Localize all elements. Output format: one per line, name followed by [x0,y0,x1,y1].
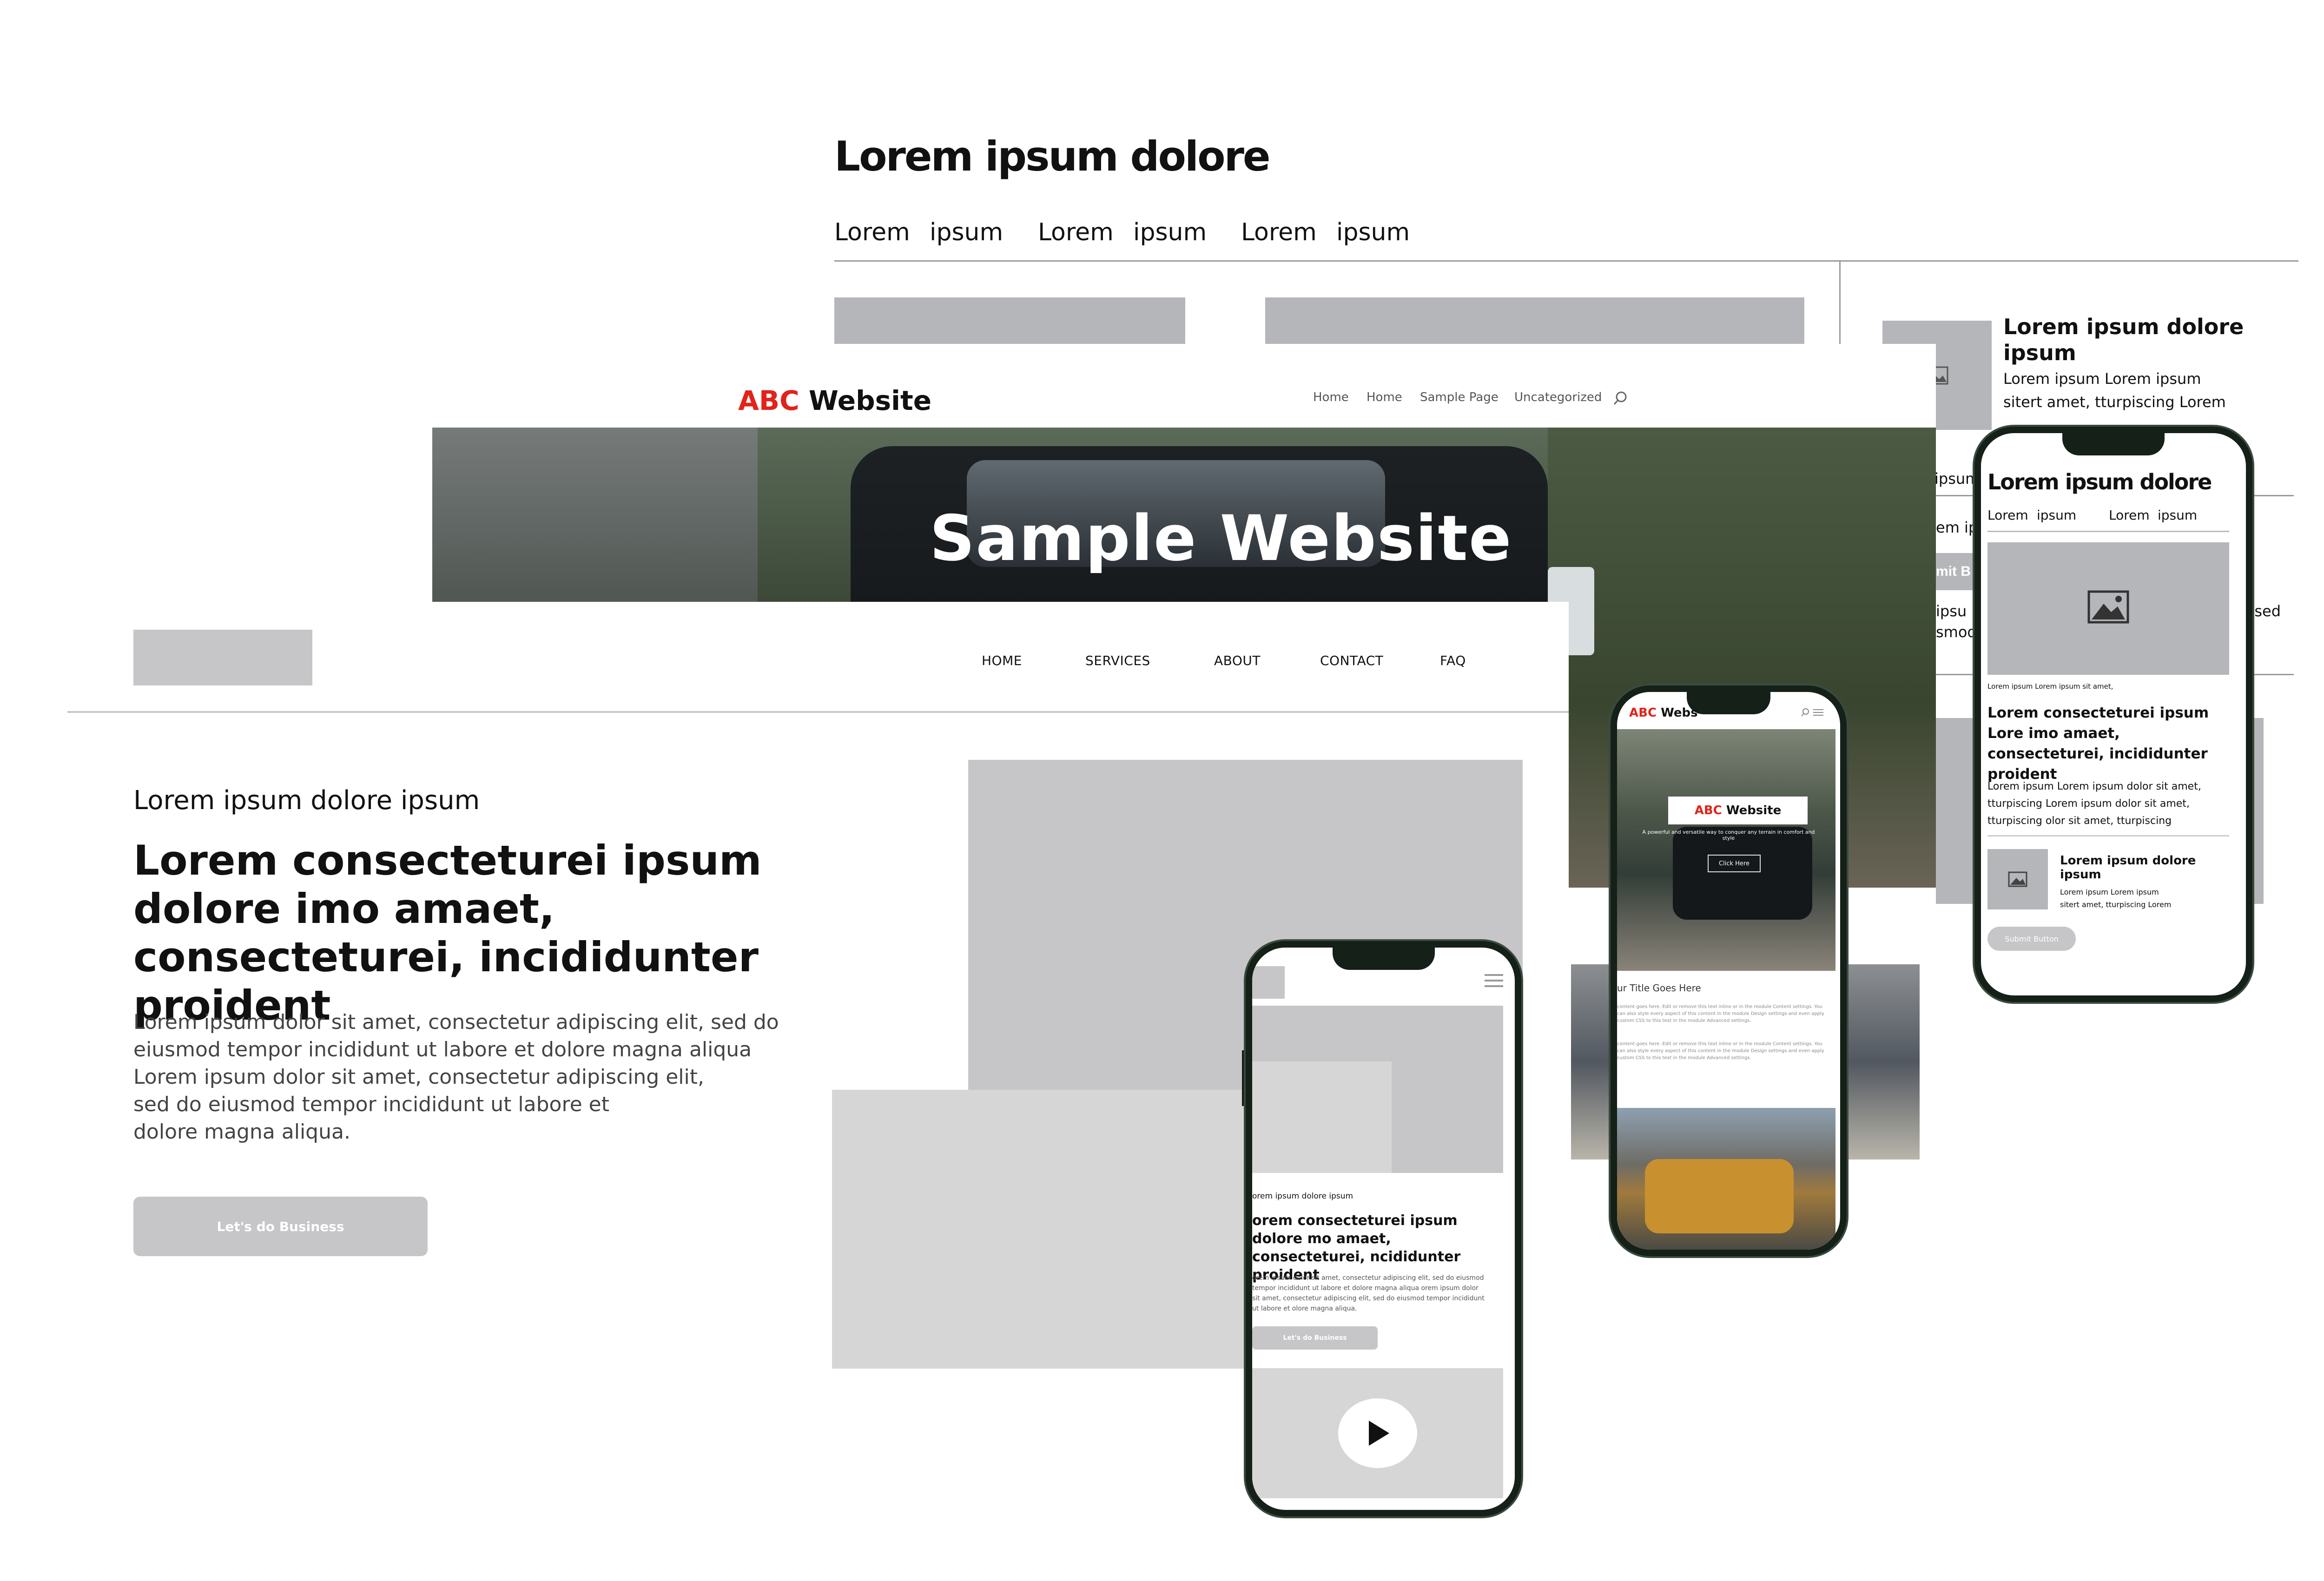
search-icon[interactable] [1613,390,1629,406]
phone-mockup-3: Lorem ipsum dolore Lorem ipsum Lorem ips… [1974,427,2252,1002]
back-page-title: Lorem ipsum dolore [834,132,1271,180]
phone3-nav-item[interactable]: Lorem [2109,507,2150,523]
back-placeholder-bar [1265,297,1804,344]
phone2-section-title: ur Title Goes Here [1617,982,1701,994]
front-nav-contact[interactable]: CONTACT [1320,653,1383,668]
back-nav-item[interactable]: Lorem [1241,218,1317,246]
back-side-partial: ipsu [1936,602,1967,620]
phone2-body: content goes here. Edit or remove this t… [1617,1041,1824,1061]
car-header: ABC Website Home Home Sample Page Uncate… [432,344,1936,428]
car-logo[interactable]: ABC Website [738,385,931,416]
phone2-body: content goes here. Edit or remove this t… [1617,1004,1824,1023]
car-nav-home[interactable]: Home [1367,390,1402,404]
back-side-partial: ipsum [1934,470,1980,487]
paragraph-line: eiusmod tempor incididunt ut labore et d… [133,1038,752,1061]
back-divider [834,260,2298,262]
front-logo-placeholder[interactable] [133,630,312,685]
phone1-cta-button[interactable]: Let's do Business [1252,1326,1378,1350]
phone2-gold-truck [1645,1159,1794,1233]
phone1-eyebrow: orem ipsum dolore ipsum [1252,1192,1353,1201]
front-header-divider [67,711,1569,713]
paragraph-line: Lorem ipsum dolor sit amet, consectetur … [133,1065,704,1089]
phone2-logo-website: Webs [1661,706,1698,720]
back-side-line: Lorem ipsum Lorem ipsum [2003,370,2201,388]
phone2-logo[interactable]: ABC Webs [1629,706,1698,720]
paragraph-line: sed do eiusmod tempor incididunt ut labo… [133,1093,609,1116]
front-cta-button[interactable]: Let's do Business [133,1197,428,1256]
phone2-click-button[interactable]: Click Here [1708,855,1761,872]
phone2-hero-badge: ABC Website [1668,797,1808,824]
hero-title: Sample Website [930,502,1512,575]
phone-notch [1687,692,1770,714]
menu-icon[interactable] [1485,973,1503,989]
image-icon [2008,871,2027,887]
phone2-tagline: A powerful and versatile way to conquer … [1642,829,1815,841]
play-icon [1369,1421,1389,1446]
phone3-card-title: Lorem ipsum dolore ipsum [2060,854,2196,882]
back-side-partial: em ip [1936,519,1978,536]
phone-notch [2062,433,2165,455]
phone3-nav-item[interactable]: ipsum [2158,507,2197,523]
back-side-line: sitert amet, tturpiscing Lorem [2003,393,2226,411]
search-icon[interactable] [1801,708,1810,717]
phone2-badge-abc: ABC [1694,804,1722,817]
car-nav-home[interactable]: Home [1313,390,1349,404]
front-headline: Lorem consecteturei ipsum dolore imo ama… [133,837,762,1029]
back-side-title: Lorem ipsum dolore ipsum [2003,314,2244,365]
back-placeholder-bar [834,297,1185,344]
front-nav-home[interactable]: HOME [982,653,1022,668]
back-nav-item[interactable]: Lorem [1038,218,1114,246]
phone3-image [1987,542,2229,675]
phone2-badge-website: Website [1726,804,1782,817]
phone1-logo-placeholder [1252,966,1285,999]
back-submit-button-partial[interactable]: mit B [1936,553,1978,590]
car-logo-abc: ABC [738,385,799,416]
car-logo-website: Website [808,385,932,416]
hero-rock [432,428,758,613]
phone2-truck-photo [1617,1108,1835,1250]
front-eyebrow: Lorem ipsum dolore ipsum [133,785,480,816]
phone3-nav-item[interactable]: ipsum [2037,507,2076,523]
phone3-card-thumb [1987,849,2048,909]
phone3-submit-button[interactable]: Submit Button [1987,927,2076,951]
phone3-card-line: sitert amet, tturpiscing Lorem [2060,900,2172,909]
front-image-placeholder [832,1090,1300,1369]
phone-notch [1332,948,1435,970]
phone3-headline: Lorem consecteturei ipsum Lore imo amaet… [1987,705,2209,783]
paragraph-line: Lorem ipsum dolor sit amet, consectetur … [133,1010,779,1034]
front-nav-about[interactable]: ABOUT [1214,653,1261,668]
phone2-logo-abc: ABC [1629,706,1657,720]
phone3-divider [1987,835,2229,837]
car-nav-uncategorized[interactable]: Uncategorized [1514,390,1602,404]
phone1-paragraph: orem ipsum dolor sit amet, consectetur a… [1252,1274,1485,1312]
car-nav-sample-page[interactable]: Sample Page [1420,390,1499,404]
front-nav-faq[interactable]: FAQ [1440,653,1466,668]
back-nav-item[interactable]: ipsum [930,218,1003,246]
paragraph-line: dolore magna aliqua. [133,1120,350,1144]
phone3-caption: Lorem ipsum Lorem ipsum sit amet, [1987,682,2113,691]
back-nav-item[interactable]: Lorem [834,218,910,246]
back-nav-item[interactable]: ipsum [1133,218,1207,246]
phone1-image-overlay [1252,1061,1392,1173]
back-side-partial: smod [1936,623,1977,641]
phone3-body: Lorem ipsum Lorem ipsum dolor sit amet, … [1987,781,2201,827]
phone3-card-line: Lorem ipsum Lorem ipsum [2060,888,2159,896]
phone-mockup-1: orem ipsum dolore ipsum orem consectetur… [1246,941,1521,1516]
phone3-divider [1987,531,2229,532]
menu-icon[interactable] [1813,709,1823,716]
image-icon [2087,590,2129,624]
front-nav-services[interactable]: SERVICES [1085,653,1150,668]
phone-button [1242,1050,1246,1106]
phone3-nav-item[interactable]: Lorem [1987,507,2028,523]
phone2-hero-image [1617,729,1835,971]
front-paragraph: Lorem ipsum dolor sit amet, consectetur … [133,1008,784,1146]
play-button[interactable] [1338,1398,1417,1468]
phone3-title: Lorem ipsum dolore [1987,469,2212,494]
back-nav-item[interactable]: ipsum [1336,218,1410,246]
phone-mockup-2: ABC Webs ABC Website A powerful and vers… [1611,685,1847,1256]
